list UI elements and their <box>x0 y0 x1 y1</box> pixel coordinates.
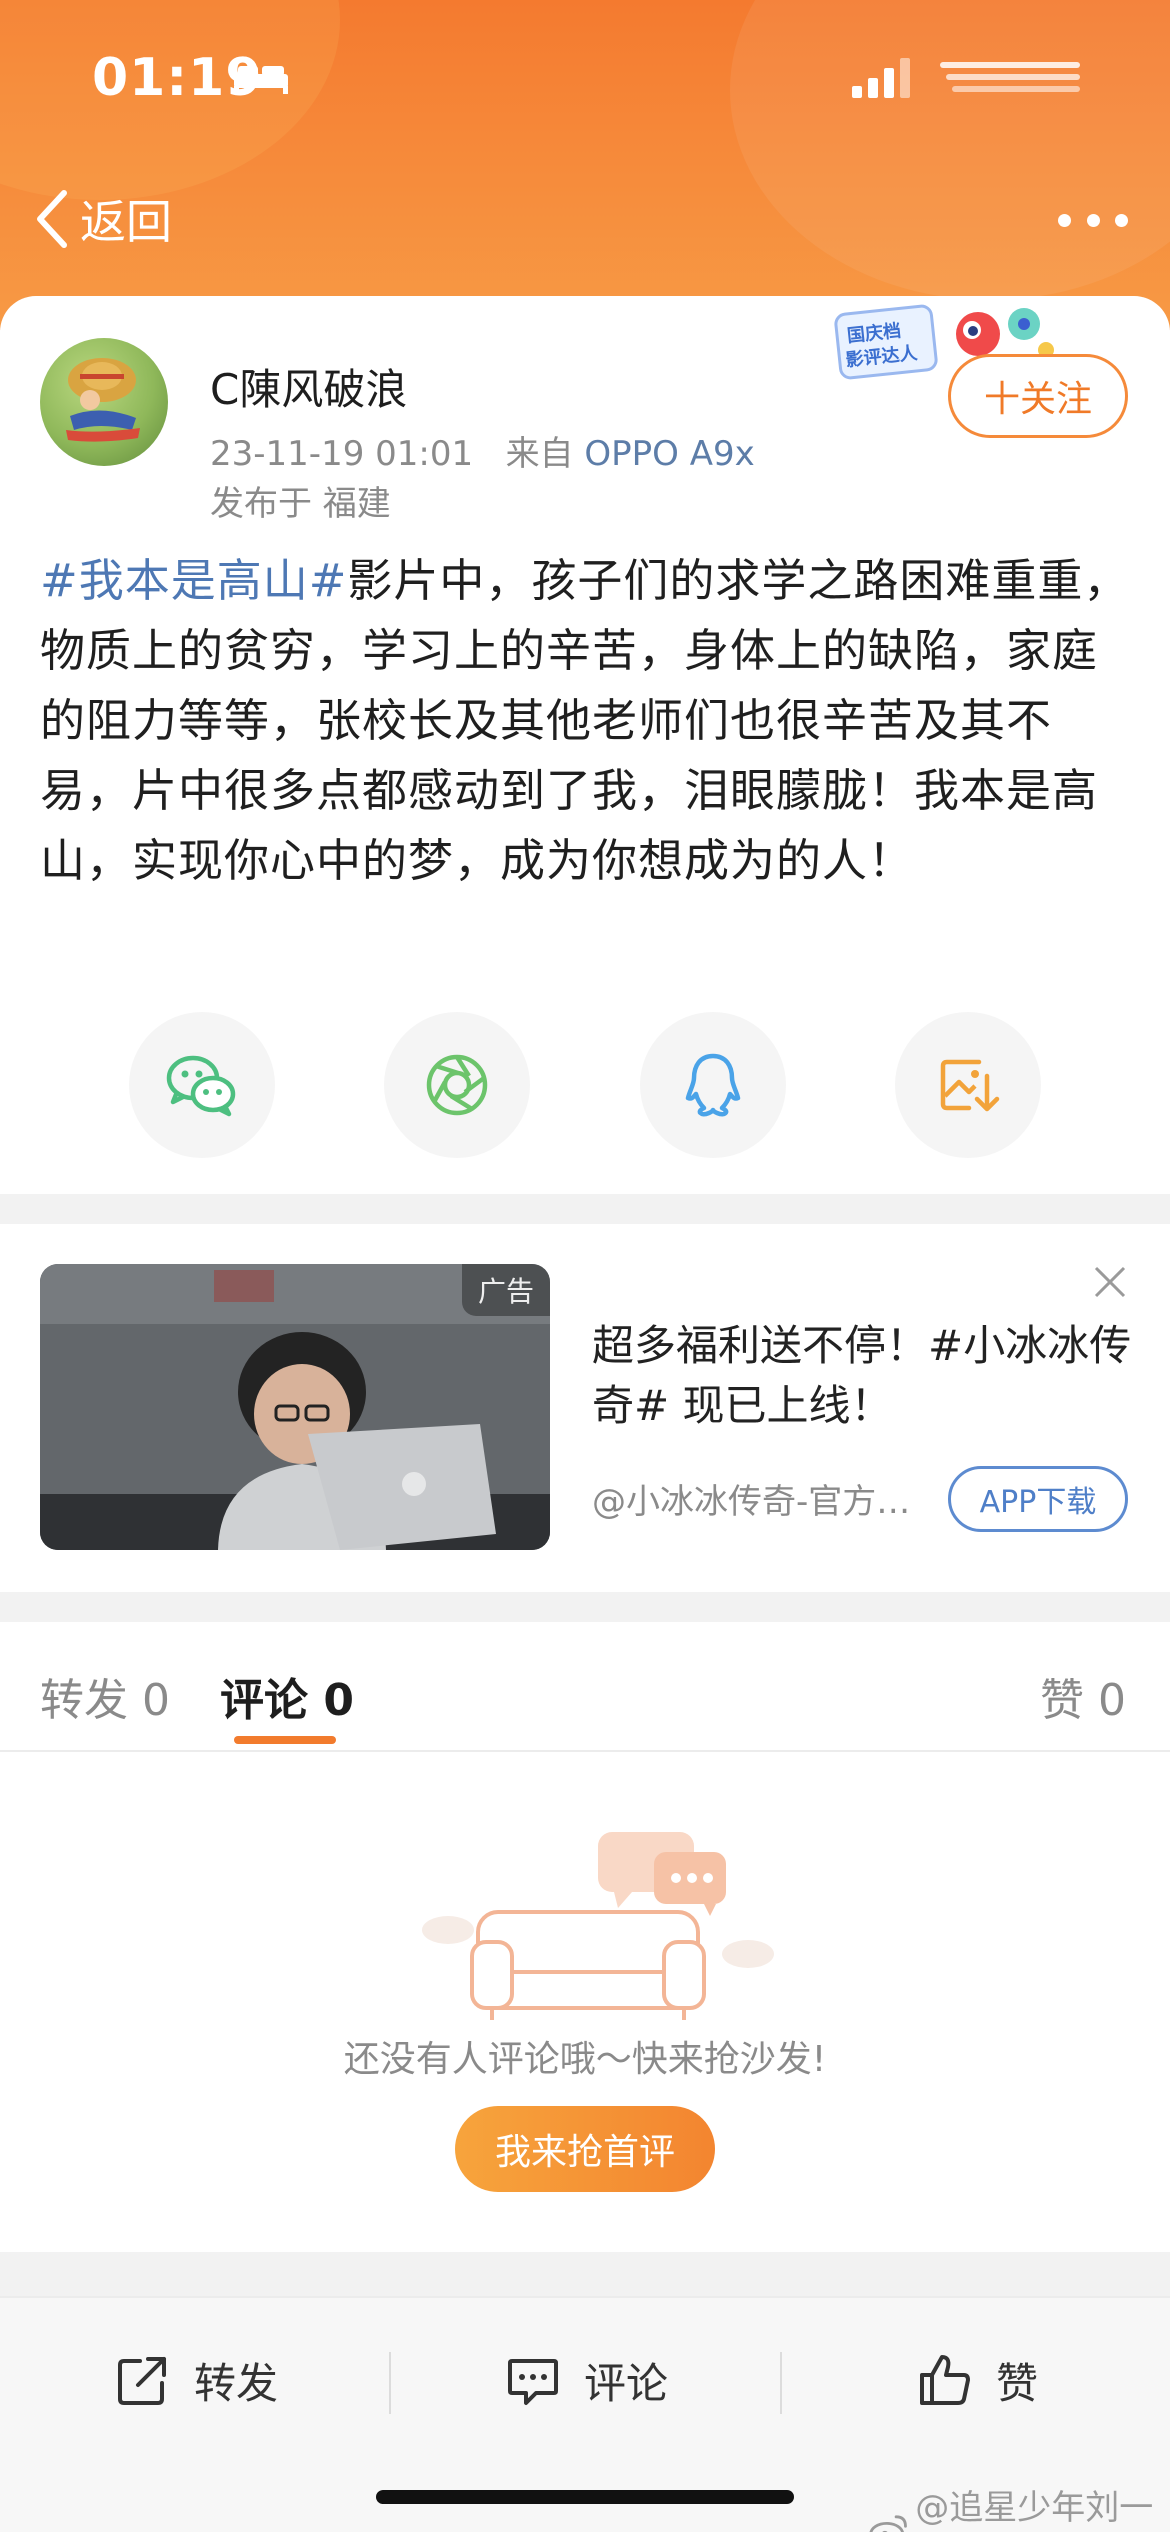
moments-icon <box>426 1054 488 1116</box>
share-qq-button[interactable] <box>640 1012 786 1158</box>
ad-source[interactable]: @小冰冰传奇-官方… <box>592 1474 932 1523</box>
chevron-left-icon <box>37 190 67 248</box>
weibo-logo-icon <box>869 2515 907 2532</box>
follow-button[interactable]: 十关注 <box>948 354 1128 438</box>
avatar[interactable] <box>40 338 168 466</box>
save-image-icon <box>940 1059 1000 1112</box>
signal-icon <box>852 58 910 98</box>
home-indicator[interactable] <box>376 2490 794 2504</box>
like-label: 赞 <box>996 2358 1039 2408</box>
repost-label: 转发 <box>194 2358 279 2408</box>
username[interactable]: C陳风破浪 <box>210 356 407 417</box>
tab-repost[interactable]: 转发 0 <box>40 1664 170 1728</box>
active-tab-indicator <box>234 1736 336 1744</box>
ad-tag: 广告 <box>461 1264 550 1316</box>
share-moments-button[interactable] <box>384 1012 530 1158</box>
divider <box>780 2352 782 2414</box>
post-text: #我本是高山#影片中，孩子们的求学之路困难重重，物质上的贫穷，学习上的辛苦，身体… <box>40 546 1130 896</box>
topic-link[interactable]: #我本是高山# <box>40 554 347 607</box>
close-icon[interactable] <box>1090 1262 1130 1302</box>
back-button[interactable]: 返回 <box>34 184 172 254</box>
more-dot <box>1058 213 1071 227</box>
avatar-image <box>66 358 140 442</box>
sleep-focus-icon <box>234 66 288 94</box>
divider <box>389 2352 391 2414</box>
post-timestamp: 23-11-19 01:01 <box>210 434 474 474</box>
ad-image[interactable]: 广告 <box>40 1264 550 1550</box>
empty-comments-message: 还没有人评论哦～快来抢沙发! <box>343 2039 827 2080</box>
share-icon <box>118 2357 166 2405</box>
back-label: 返回 <box>80 195 172 249</box>
share-row <box>0 1012 1170 1160</box>
tab-likes[interactable]: 赞 0 <box>1040 1664 1126 1728</box>
wechat-icon <box>166 1055 236 1117</box>
post-meta: 23-11-19 01:01 来自 OPPO A9x <box>210 426 755 475</box>
share-wechat-button[interactable] <box>129 1012 275 1158</box>
post-source-prefix: 来自 <box>505 434 574 474</box>
more-dot <box>1115 213 1128 227</box>
comments-section: 转发 0 评论 0 赞 0 还没有人评论哦～快来抢沙发! 我来抢首评 <box>0 1622 1170 2252</box>
header-decoration <box>730 0 1170 300</box>
comment-label: 评论 <box>584 2358 669 2408</box>
comment-icon <box>508 2359 558 2405</box>
tab-comments[interactable]: 评论 0 <box>220 1664 354 1728</box>
post-device[interactable]: OPPO A9x <box>584 434 754 474</box>
like-button[interactable]: 赞 <box>918 2340 1038 2420</box>
ad-card[interactable]: 广告 超多福利送不停！#小冰冰传奇# 现已上线！ @小冰冰传奇-官方… APP下… <box>0 1224 1170 1592</box>
post-location: 发布于 福建 <box>210 484 391 524</box>
header: 01:19 返回 <box>0 0 1170 330</box>
first-comment-button[interactable]: 我来抢首评 <box>455 2106 715 2192</box>
more-button[interactable] <box>1058 200 1128 240</box>
empty-sofa-icon <box>422 1832 774 2020</box>
watermark: @追星少年刘一博 <box>868 2480 1170 2532</box>
save-image-button[interactable] <box>895 1012 1041 1158</box>
watermark-text: @追星少年刘一博 <box>915 2488 1154 2528</box>
repost-button[interactable]: 转发 <box>116 2340 278 2420</box>
battery-icon <box>940 62 1080 92</box>
comment-button[interactable]: 评论 <box>506 2340 668 2420</box>
qq-icon <box>685 1053 741 1117</box>
thumbs-up-icon <box>920 2355 970 2405</box>
post-card: C陳风破浪 23-11-19 01:01 来自 OPPO A9x 发布于 福建 … <box>0 296 1170 1194</box>
divider <box>0 1750 1170 1752</box>
ad-title[interactable]: 超多福利送不停！#小冰冰传奇# 现已上线！ <box>592 1316 1132 1436</box>
app-download-button[interactable]: APP下载 <box>948 1466 1128 1532</box>
more-dot <box>1086 213 1100 227</box>
